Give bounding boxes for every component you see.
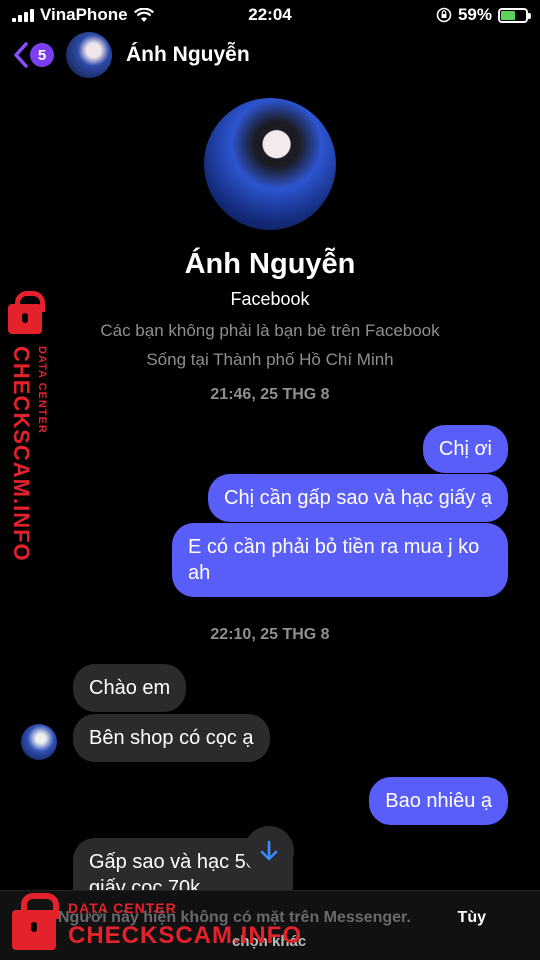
- watermark-big: CHECKSCAM.INFO: [68, 922, 302, 949]
- scroll-down-button[interactable]: [244, 826, 294, 876]
- profile-name: Ánh Nguyễn: [184, 248, 356, 280]
- carrier-label: VinaPhone: [40, 5, 128, 24]
- watermark-small: DATA CENTER: [68, 900, 177, 916]
- lock-icon: [8, 291, 45, 334]
- battery-level: [501, 10, 516, 20]
- lock-icon: [12, 893, 59, 950]
- unread-badge: 5: [30, 43, 54, 67]
- profile-card: Ánh Nguyễn Facebook Các bạn không phải l…: [0, 98, 540, 374]
- wifi-icon: [133, 7, 154, 22]
- profile-avatar[interactable]: [204, 98, 336, 230]
- message-bubble[interactable]: Chào em: [73, 664, 187, 712]
- avatar[interactable]: [66, 32, 112, 78]
- conversation-header: 5 Ánh Nguyễn: [0, 30, 540, 80]
- contact-name[interactable]: Ánh Nguyễn: [126, 43, 250, 67]
- message-bubble[interactable]: E có cần phải bỏ tiền ra mua j ko ah: [172, 523, 508, 597]
- watermark-bottom: DATA CENTER CHECKSCAM.INFO: [6, 893, 326, 958]
- message-bubble[interactable]: Chị ơi: [422, 425, 508, 473]
- location-text: Sống tại Thành phố Hồ Chí Minh: [146, 350, 394, 369]
- profile-info: Các bạn không phải là bạn bè trên Facebo…: [0, 316, 540, 374]
- back-button[interactable]: 5: [14, 42, 54, 68]
- battery-percent: 59%: [457, 5, 492, 24]
- message-bubble[interactable]: Bao nhiêu ạ: [369, 777, 508, 825]
- timestamp: 21:46, 25 THG 8: [210, 386, 330, 403]
- profile-source: Facebook: [230, 289, 310, 309]
- signal-icon: [12, 8, 34, 22]
- status-bar: VinaPhone 22:04 59%: [0, 0, 540, 30]
- avatar[interactable]: [21, 724, 57, 760]
- message-bubble[interactable]: Chị cần gấp sao và hạc giấy ạ: [208, 474, 508, 522]
- status-right: 59%: [436, 5, 531, 25]
- watermark-side: CHECKSCAM.INFO DATA CENTER: [2, 290, 60, 562]
- status-left: VinaPhone: [12, 5, 212, 25]
- timestamp: 22:10, 25 THG 8: [210, 626, 330, 643]
- message-bubble[interactable]: Bên shop có cọc ạ: [73, 714, 270, 762]
- battery-icon: [498, 7, 531, 23]
- options-button[interactable]: Tùy: [458, 909, 486, 927]
- arrow-down-icon: [260, 840, 278, 861]
- chevron-left-icon: [14, 42, 28, 68]
- orientation-lock-icon: [436, 7, 452, 23]
- watermark-big: CHECKSCAM.INFO: [9, 346, 34, 562]
- watermark-small: DATA CENTER: [36, 346, 48, 434]
- not-friends-text: Các bạn không phải là bạn bè trên Facebo…: [100, 321, 440, 340]
